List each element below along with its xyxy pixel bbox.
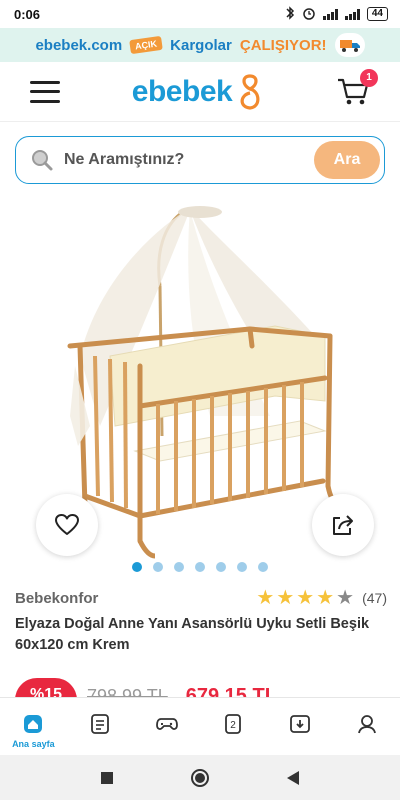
product-gallery[interactable] xyxy=(0,196,400,581)
nav-account[interactable] xyxy=(339,712,395,736)
promo-banner[interactable]: ebebek.com AÇIK Kargolar ÇALIŞIYOR! xyxy=(0,28,400,62)
gamepad-icon xyxy=(155,718,178,730)
logo-text: ebebek xyxy=(131,74,233,108)
nav-games[interactable] xyxy=(139,712,195,736)
heart-icon xyxy=(55,514,79,535)
nav-home[interactable]: Ana sayfa xyxy=(5,712,61,749)
share-icon xyxy=(333,515,353,535)
search-bar: Ara xyxy=(15,136,385,184)
gallery-dot[interactable] xyxy=(174,562,184,572)
download-icon xyxy=(290,715,310,733)
logo-mark-icon xyxy=(240,73,260,110)
gallery-dot[interactable] xyxy=(237,562,247,572)
brand-rating-row: Bebekonfor ★ ★ ★ ★ ★ (47) xyxy=(15,588,387,608)
product-rating[interactable]: ★ ★ ★ ★ ★ (47) xyxy=(256,588,387,608)
star-icon: ★ xyxy=(276,587,295,609)
gallery-dot[interactable] xyxy=(258,562,268,572)
menu-icon[interactable] xyxy=(30,80,60,103)
status-time: 0:06 xyxy=(14,6,41,22)
app-header: ebebek 1 xyxy=(0,62,400,122)
gallery-dot[interactable] xyxy=(153,562,163,572)
gallery-dot[interactable] xyxy=(216,562,226,572)
star-icon: ★ xyxy=(336,587,355,609)
status-icons: 44 xyxy=(285,5,388,23)
home-system-button[interactable] xyxy=(185,763,215,793)
promo-brand: ebebek.com xyxy=(35,36,123,54)
star-icon: ★ xyxy=(256,587,275,609)
favorite-button[interactable] xyxy=(36,494,98,556)
recents-button[interactable] xyxy=(92,763,122,793)
nav-home-label: Ana sayfa xyxy=(12,739,55,749)
back-triangle-icon xyxy=(287,770,300,785)
ebebek-logo[interactable]: ebebek xyxy=(132,73,264,111)
star-icon: ★ xyxy=(296,587,315,609)
tab-count: 2 xyxy=(231,720,237,731)
promo-open-tag: AÇIK xyxy=(129,35,163,55)
back-button[interactable] xyxy=(278,763,308,793)
bluetooth-icon xyxy=(285,5,295,23)
circle-icon xyxy=(190,768,209,787)
alarm-icon xyxy=(302,6,316,23)
promo-cargo-text: Kargolar xyxy=(170,36,232,54)
gallery-dot[interactable] xyxy=(132,562,142,572)
screen: 0:06 44 ebebek.com AÇIK Kargolar ÇALIŞIY… xyxy=(0,0,400,800)
cart-button[interactable]: 1 xyxy=(336,68,378,107)
nav-downloads[interactable] xyxy=(272,712,328,736)
square-icon xyxy=(100,771,113,784)
promo-working-text: ÇALIŞIYOR! xyxy=(239,36,327,54)
search-button[interactable]: Ara xyxy=(314,141,380,179)
product-title: Elyaza Doğal Anne Yanı Asansörlü Uyku Se… xyxy=(15,616,370,653)
share-button[interactable] xyxy=(312,494,374,556)
cart-count-badge: 1 xyxy=(359,68,378,87)
delivery-truck-icon xyxy=(334,33,365,57)
user-icon xyxy=(357,715,376,734)
product-brand[interactable]: Bebekonfor xyxy=(15,590,98,607)
tabs-icon: 2 xyxy=(225,714,242,734)
gallery-pagination xyxy=(0,562,400,572)
signal-icon xyxy=(322,8,338,20)
bottom-navigation: Ana sayfa 2 xyxy=(0,697,400,755)
battery-indicator: 44 xyxy=(366,7,388,21)
nav-orders[interactable] xyxy=(72,712,128,736)
home-icon xyxy=(24,715,43,733)
review-count: (47) xyxy=(362,590,387,606)
status-bar: 0:06 44 xyxy=(0,0,400,28)
nav-tabs[interactable]: 2 xyxy=(205,712,261,736)
search-input[interactable] xyxy=(64,151,314,169)
signal-2-icon xyxy=(344,8,360,20)
gallery-dot[interactable] xyxy=(195,562,205,572)
system-navigation xyxy=(0,755,400,800)
list-icon xyxy=(91,714,109,734)
star-icon: ★ xyxy=(316,587,335,609)
search-icon xyxy=(32,150,53,171)
